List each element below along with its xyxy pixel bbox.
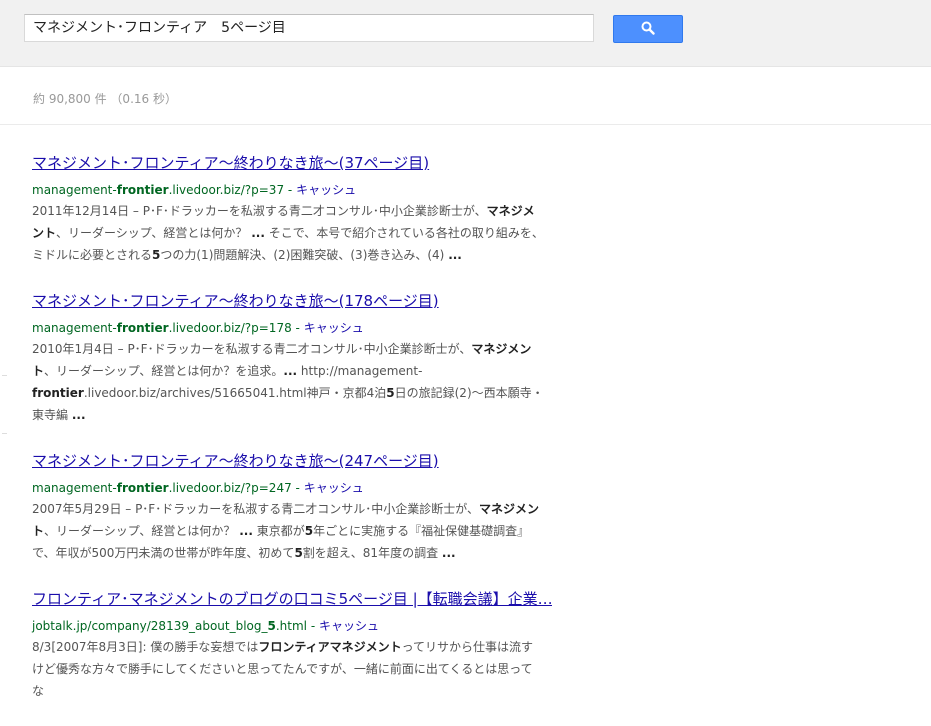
url-bold: frontier <box>116 481 169 495</box>
search-result: マネジメント･フロンティア～終わりなき旅～(247ページ目) managemen… <box>32 450 552 564</box>
url-prefix: management- <box>32 481 117 495</box>
url-separator: - <box>310 619 319 633</box>
url-prefix: jobtalk.jp/company/28139_about_blog_ <box>32 619 268 633</box>
url-suffix: .livedoor.biz/?p=178 <box>168 321 292 335</box>
result-stats: 約 90,800 件 （0.16 秒） <box>33 92 177 106</box>
url-bold: frontier <box>116 321 169 335</box>
result-url: management-frontier.livedoor.biz/?p=37 <box>32 183 284 197</box>
result-title-link[interactable]: マネジメント･フロンティア～終わりなき旅～(37ページ目) <box>32 152 552 174</box>
result-title-link[interactable]: マネジメント･フロンティア～終わりなき旅～(178ページ目) <box>32 290 552 312</box>
url-separator: - <box>295 481 304 495</box>
search-result: マネジメント･フロンティア～終わりなき旅～(37ページ目) management… <box>32 152 552 266</box>
result-title-link[interactable]: フロンティア･マネジメントのブログの口コミ5ページ目 |【転職会議】企業… <box>32 588 552 610</box>
search-header: マネジメント･フロンティア 5ページ目 <box>0 0 931 67</box>
result-url-line: management-frontier.livedoor.biz/?p=247 … <box>32 478 552 498</box>
result-snippet: 8/3[2007年8月3日]: 僕の勝手な妄想ではフロンティアマネジメントってリ… <box>32 640 534 698</box>
result-url-line: management-frontier.livedoor.biz/?p=178 … <box>32 318 552 338</box>
divider <box>2 375 7 376</box>
cache-link[interactable]: キャッシュ <box>304 481 364 495</box>
cache-link[interactable]: キャッシュ <box>296 183 356 197</box>
result-title-link[interactable]: マネジメント･フロンティア～終わりなき旅～(247ページ目) <box>32 450 552 472</box>
search-result: マネジメント･フロンティア～終わりなき旅～(178ページ目) managemen… <box>32 290 552 426</box>
url-suffix: .livedoor.biz/?p=37 <box>168 183 285 197</box>
url-prefix: management- <box>32 183 117 197</box>
url-suffix: .livedoor.biz/?p=247 <box>168 481 292 495</box>
search-icon <box>641 20 655 39</box>
result-snippet: 2011年12月14日 – P･F･ドラッカーを私淑する青二才コンサル･中小企業… <box>32 204 544 262</box>
search-result: フロンティア･マネジメントのブログの口コミ5ページ目 |【転職会議】企業… jo… <box>32 588 552 702</box>
results-list: マネジメント･フロンティア～終わりなき旅～(37ページ目) management… <box>32 152 552 726</box>
cache-link[interactable]: キャッシュ <box>319 619 379 633</box>
url-prefix: management- <box>32 321 117 335</box>
search-button[interactable] <box>613 15 683 43</box>
result-snippet: 2007年5月29日 – P･F･ドラッカーを私淑する青二才コンサル･中小企業診… <box>32 502 539 560</box>
url-bold: 5 <box>267 619 276 633</box>
result-url-line: management-frontier.livedoor.biz/?p=37 -… <box>32 180 552 200</box>
result-url: management-frontier.livedoor.biz/?p=247 <box>32 481 292 495</box>
url-bold: frontier <box>116 183 169 197</box>
cache-link[interactable]: キャッシュ <box>304 321 364 335</box>
url-separator: - <box>295 321 304 335</box>
search-input[interactable]: マネジメント･フロンティア 5ページ目 <box>24 14 594 42</box>
result-snippet: 2010年1月4日 – P･F･ドラッカーを私淑する青二才コンサル･中小企業診断… <box>32 342 544 422</box>
result-url: jobtalk.jp/company/28139_about_blog_5.ht… <box>32 619 307 633</box>
result-url: management-frontier.livedoor.biz/?p=178 <box>32 321 292 335</box>
url-separator: - <box>287 183 297 197</box>
divider <box>2 433 7 434</box>
result-stats-bar: 約 90,800 件 （0.16 秒） <box>0 67 931 125</box>
result-url-line: jobtalk.jp/company/28139_about_blog_5.ht… <box>32 616 552 636</box>
url-suffix: .html <box>275 619 308 633</box>
